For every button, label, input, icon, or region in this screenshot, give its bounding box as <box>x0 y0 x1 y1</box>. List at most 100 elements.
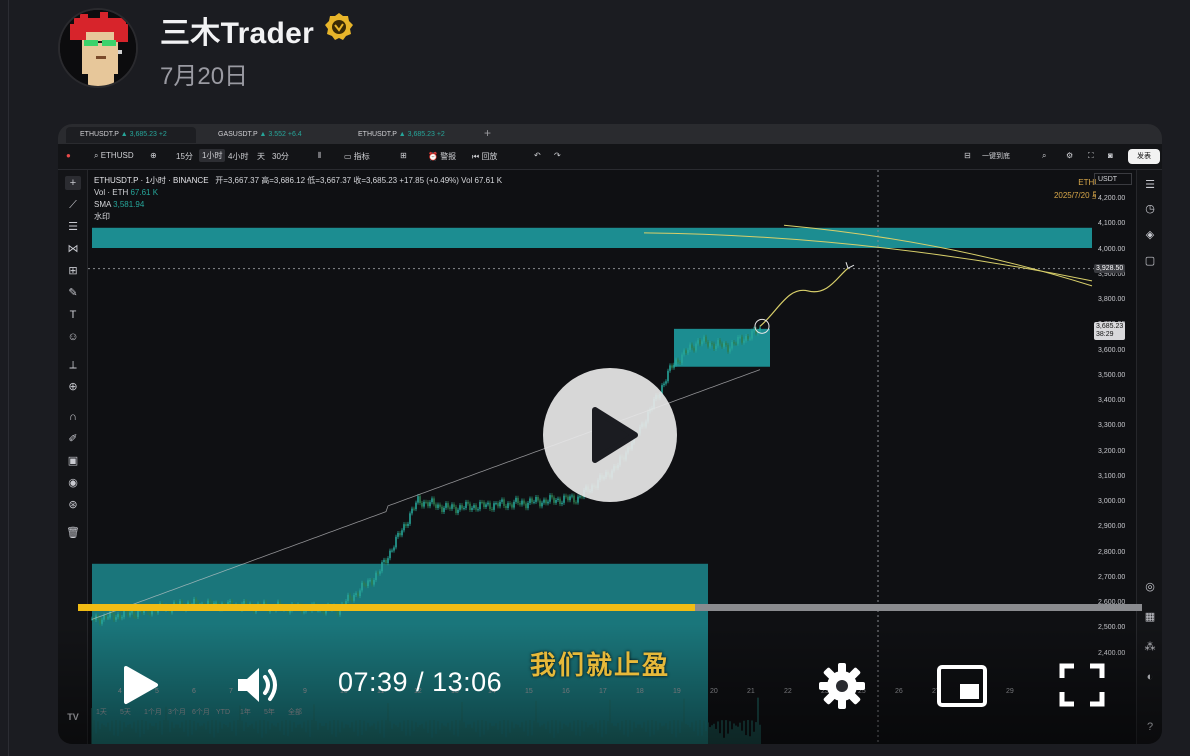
interval-15m[interactable]: 15分 <box>176 151 193 162</box>
candle-body <box>337 611 339 615</box>
tab-symbol: ETHUSDT.P <box>358 131 397 138</box>
tab-price: ▲ 3,685.23 <box>120 131 157 138</box>
candle-body <box>541 502 543 507</box>
text-icon[interactable]: T <box>65 308 81 322</box>
symbol-search[interactable]: ⌕ ETHUSD <box>94 151 134 161</box>
brush-icon[interactable]: ✎ <box>65 286 81 300</box>
add-symbol-icon[interactable]: ⊕ <box>150 151 157 160</box>
undo-icon[interactable]: ↶ <box>534 151 541 160</box>
price-tick-label: 4,000.00 <box>1098 245 1126 253</box>
target-icon[interactable]: ◎ <box>1143 580 1157 594</box>
candle-body <box>737 336 739 344</box>
candle-body <box>129 612 131 616</box>
magnet-icon[interactable]: ∩ <box>65 410 81 424</box>
interval-1h[interactable]: 1小时 <box>199 149 226 162</box>
pattern-icon[interactable]: ⋈ <box>65 242 81 256</box>
alert-bell-icon[interactable]: ● <box>66 151 71 160</box>
play-icon <box>592 407 638 463</box>
camera-icon[interactable]: ◙ <box>1108 151 1113 160</box>
candle-body <box>723 343 725 347</box>
chart-tab[interactable]: GASUSDT.P ▲ 3.552 +6.4 <box>204 127 332 143</box>
layout-icon[interactable]: ⊟ <box>964 151 971 160</box>
redo-icon[interactable]: ↷ <box>554 151 561 160</box>
candle-body <box>429 502 431 507</box>
search-icon[interactable]: ⌕ <box>1042 151 1046 161</box>
alert-button[interactable]: ⏰ 警报 <box>428 151 456 162</box>
zoom-icon[interactable]: ⊕ <box>65 380 81 394</box>
candle-body <box>371 580 373 585</box>
lock-icon[interactable]: ▣ <box>65 454 81 468</box>
picture-in-picture-icon[interactable] <box>936 664 988 708</box>
candle-body <box>393 547 395 551</box>
fullscreen-icon[interactable]: ⛶ <box>1088 151 1094 161</box>
candle-body <box>687 349 689 354</box>
volume-icon[interactable] <box>234 664 282 706</box>
video-player[interactable]: ETHUSDT.P ▲ 3,685.23 +2 GASUSDT.P ▲ 3.55… <box>58 124 1162 744</box>
currency-select[interactable]: USDT <box>1094 173 1132 185</box>
fib-icon[interactable]: ☰ <box>65 220 81 234</box>
fullscreen-toggle-icon[interactable] <box>1058 662 1106 708</box>
legend-vol-value: 67.61 K <box>130 188 159 197</box>
settings-gear-icon[interactable] <box>818 662 866 710</box>
candle-body <box>383 559 385 563</box>
candle-body <box>539 500 541 507</box>
interval-30m[interactable]: 30分 <box>272 151 289 162</box>
watchlist-icon[interactable]: ☰ <box>1143 178 1157 192</box>
draw-mode-icon[interactable]: ✐ <box>65 432 81 446</box>
candle-body <box>355 593 357 595</box>
globe-icon[interactable]: ⊛ <box>65 498 81 512</box>
seek-progress[interactable] <box>78 604 696 611</box>
interval-4h[interactable]: 4小时 <box>228 151 248 162</box>
trash-icon[interactable]: 🗑 <box>65 526 81 540</box>
candle-body <box>495 503 497 505</box>
candle-body <box>759 327 761 332</box>
time-separator: / <box>416 667 425 697</box>
price-tick-label: 3,000.00 <box>1098 498 1126 506</box>
candle-body <box>469 503 471 511</box>
layers-icon[interactable]: ◈ <box>1143 228 1157 242</box>
time-display: 07:39 / 13:06 <box>338 667 502 698</box>
candle-body <box>477 509 479 511</box>
chat-icon[interactable]: ▢ <box>1143 254 1157 268</box>
legend-vol: Vol · ETH <box>94 188 129 197</box>
candle-body <box>385 559 387 564</box>
candle-body <box>303 611 305 613</box>
candle-body <box>533 501 535 503</box>
calendar-icon[interactable]: ▦ <box>1143 610 1157 624</box>
candle-body <box>485 504 487 508</box>
tab-change: +2 <box>436 131 445 138</box>
crosshair-icon[interactable]: + <box>65 176 81 190</box>
layout-name[interactable]: 一键到底 <box>982 151 1010 161</box>
candle-body <box>363 582 365 585</box>
interval-1d[interactable]: 天 <box>257 151 265 162</box>
author-name[interactable]: 三木Trader <box>160 8 314 52</box>
candle-body <box>133 610 135 617</box>
candle-body <box>735 343 737 345</box>
settings-icon[interactable]: ⚙ <box>1066 151 1073 160</box>
candle-body <box>453 504 455 507</box>
publish-button[interactable]: 发表 <box>1128 149 1160 164</box>
center-play-button[interactable] <box>543 368 677 502</box>
indicators-button[interactable]: ▭ 指标 <box>344 151 370 162</box>
ruler-icon[interactable]: ⟂ <box>65 358 81 372</box>
eye-icon[interactable]: ◉ <box>65 476 81 490</box>
replay-button[interactable]: ⏮ 回放 <box>472 151 497 162</box>
author-avatar[interactable] <box>58 8 138 88</box>
alerts-clock-icon[interactable]: ◷ <box>1143 202 1157 216</box>
candle-type-icon[interactable]: ⫴ <box>318 151 321 161</box>
chart-tab[interactable]: ETHUSDT.P ▲ 3,685.23 +2 <box>344 127 474 143</box>
templates-icon[interactable]: ⊞ <box>400 151 407 160</box>
price-tick-label: 3,500.00 <box>1098 371 1126 379</box>
tab-change: +2 <box>158 131 167 138</box>
candle-body <box>131 610 133 613</box>
emoji-icon[interactable]: ☺ <box>65 330 81 344</box>
projection-icon[interactable]: ⊞ <box>65 264 81 278</box>
candle-body <box>403 524 405 531</box>
play-button[interactable] <box>118 664 162 706</box>
chart-tab[interactable]: ETHUSDT.P ▲ 3,685.23 +2 <box>66 127 196 143</box>
new-tab-icon[interactable]: + <box>484 126 491 140</box>
candle-body <box>501 499 503 502</box>
trendline-icon[interactable]: ⟋ <box>65 198 81 212</box>
candle-body <box>683 350 685 355</box>
bar-countdown: 38:29 <box>1096 331 1114 339</box>
